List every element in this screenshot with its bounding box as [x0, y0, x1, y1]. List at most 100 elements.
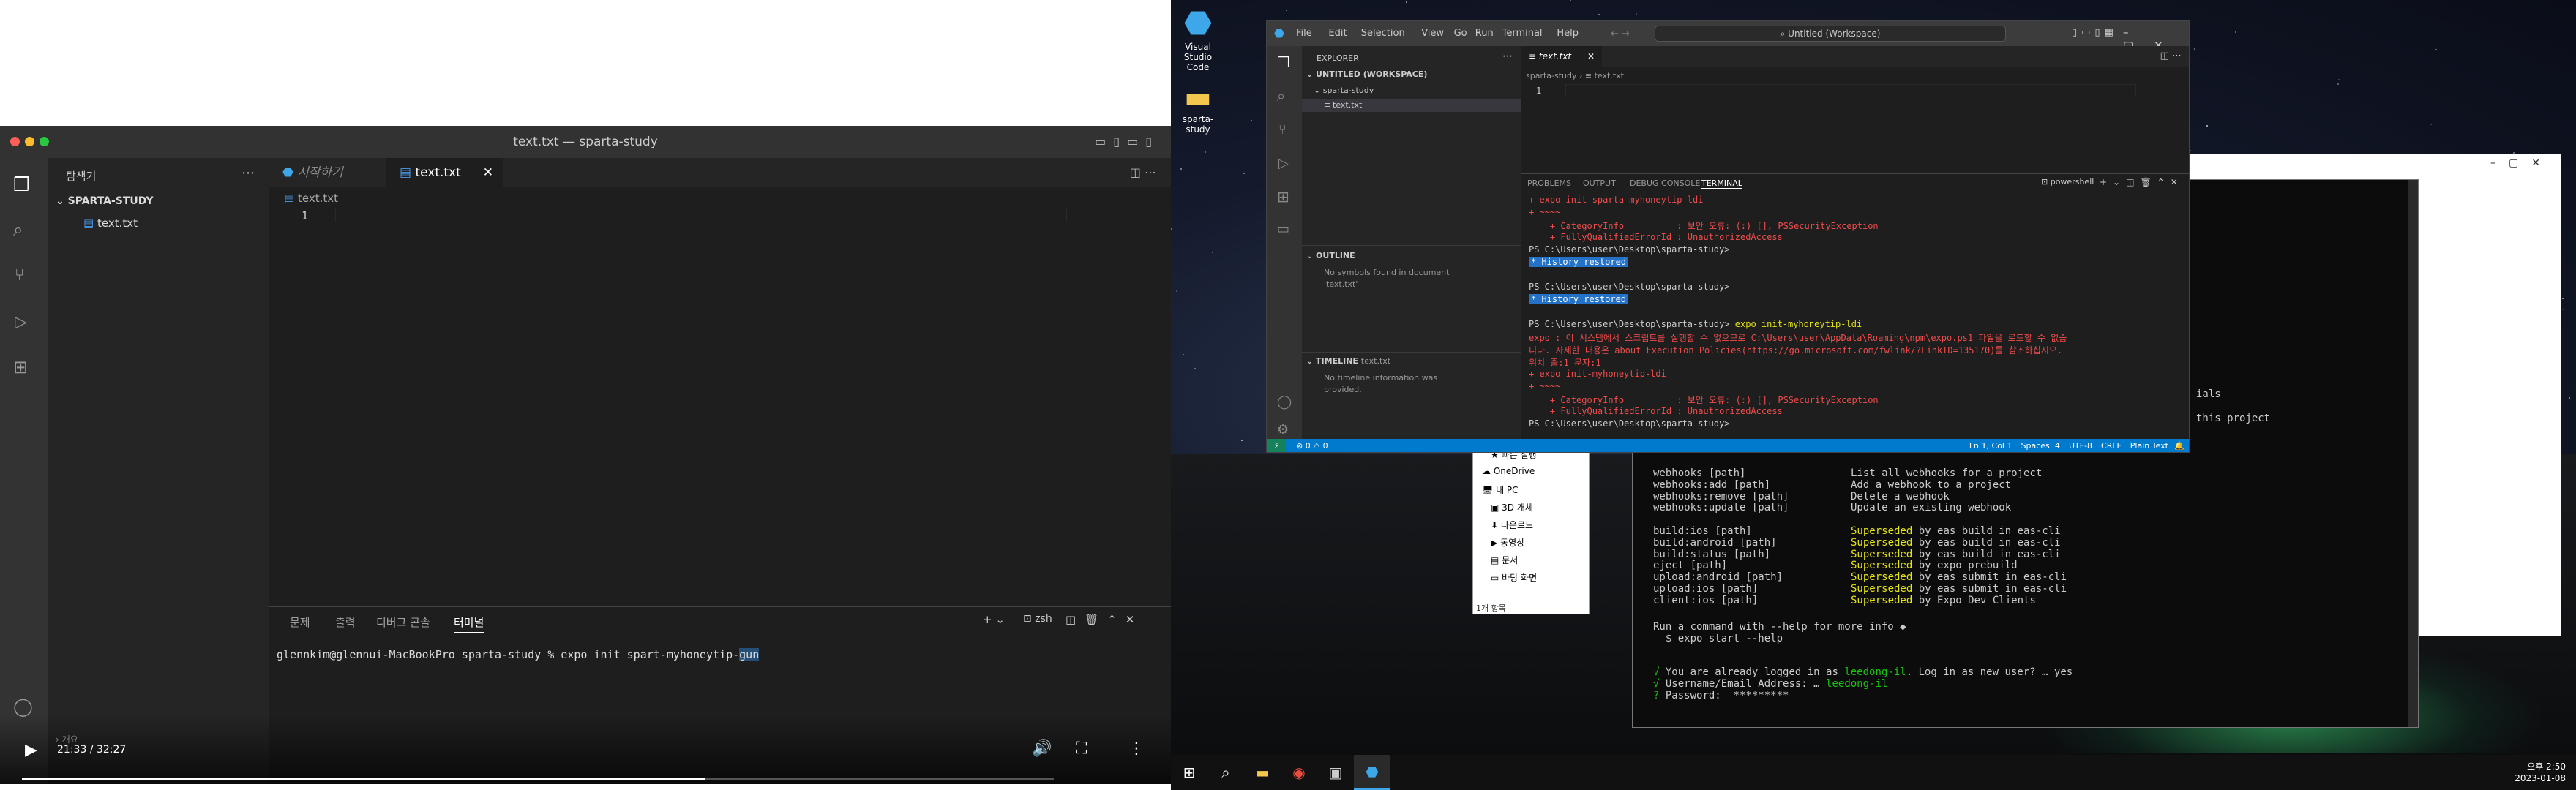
explorer-nav-item[interactable]: ▤ 문서: [1491, 554, 1518, 566]
menu-item-go[interactable]: Go: [1454, 28, 1467, 39]
file-explorer-taskbar-icon[interactable]: ▬: [1244, 755, 1281, 790]
problems-indicator[interactable]: ⊗ 0 ⚠ 0: [1296, 441, 1328, 451]
terminal-taskbar-icon[interactable]: ▣: [1317, 755, 1354, 790]
panel-tab-debug[interactable]: DEBUG CONSOLE: [1630, 178, 1700, 188]
menu-item-edit[interactable]: Edit: [1328, 28, 1347, 39]
desktop-icon-vscode[interactable]: ⬣ Visual Studio Code: [1172, 4, 1224, 72]
status-item[interactable]: Plain Text: [2130, 441, 2168, 451]
explorer-nav-item[interactable]: ⬇ 다운로드: [1491, 519, 1533, 531]
nav-arrows-icon[interactable]: ← →: [1611, 29, 1630, 40]
project-folder[interactable]: ⌄ SPARTA-STUDY: [56, 195, 154, 207]
status-item[interactable]: Ln 1, Col 1: [1969, 441, 2012, 451]
history-restored-badge: * History restored: [1529, 257, 1629, 267]
menu-item-run[interactable]: Run: [1475, 28, 1494, 39]
panel-actions-icons[interactable]: +⌄◫🗑⌃✕: [2100, 177, 2184, 187]
file-item[interactable]: ▤ text.txt: [83, 217, 138, 230]
source-control-icon[interactable]: ⑂: [1278, 122, 1287, 138]
status-item[interactable]: Spaces: 4: [2021, 441, 2059, 451]
window-controls-icons[interactable]: –▢✕: [2490, 157, 2553, 169]
layout-icons[interactable]: ▯▭▯▦: [2072, 27, 2118, 38]
panel-actions-icons[interactable]: ◫🗑⌃✕: [1066, 613, 1143, 626]
panel-tab-problems[interactable]: PROBLEMS: [1527, 178, 1571, 188]
current-line-highlight[interactable]: [1565, 84, 2136, 97]
menu-item-file[interactable]: File: [1296, 28, 1312, 39]
more-actions-icon[interactable]: ⋯: [242, 165, 255, 181]
search-icon[interactable]: ⌕: [13, 219, 23, 240]
explorer-nav-item[interactable]: ▣ 3D 개체: [1491, 501, 1533, 514]
progress-track[interactable]: [22, 778, 1054, 780]
shell-selector[interactable]: ⊡ zsh: [1023, 613, 1052, 625]
timeline-section[interactable]: ⌄ TIMELINE text.txt: [1306, 356, 1390, 366]
terminal-line[interactable]: glennkim@glennui-MacBookPro sparta-study…: [277, 648, 760, 661]
files-icon[interactable]: ❐: [1277, 53, 1290, 71]
folder-item[interactable]: ⌄ sparta-study: [1314, 86, 1374, 95]
file-item-selected[interactable]: ≡ text.txt: [1302, 99, 1521, 112]
taskbar-search-icon[interactable]: ⌕: [1208, 755, 1244, 790]
tab-text-file[interactable]: ≡ text.txt ✕: [1521, 46, 1602, 67]
file-explorer-window[interactable]: ★ 빠른 실행 ☁ OneDrive 🖥 내 PC ▣ 3D 개체 ⬇ 다운로드 ▶ 동영…: [1472, 442, 1590, 614]
tab-text-file[interactable]: ▤ text.txt ✕: [386, 158, 503, 187]
start-button-icon[interactable]: ⊞: [1171, 755, 1208, 790]
play-icon[interactable]: ▶: [25, 741, 37, 759]
chrome-taskbar-icon[interactable]: ◉: [1281, 755, 1317, 790]
menu-item-terminal[interactable]: Terminal: [1502, 28, 1543, 39]
system-clock[interactable]: 오후 2:50 2023-01-08: [2515, 761, 2566, 784]
remote-indicator-icon[interactable]: ⚡: [1267, 439, 1286, 452]
run-debug-icon[interactable]: ▷: [15, 313, 27, 331]
vscode-taskbar-icon[interactable]: ⬣: [1354, 755, 1390, 790]
panel-tab-terminal[interactable]: TERMINAL: [1701, 178, 1742, 189]
menu-item-view[interactable]: View: [1421, 28, 1444, 39]
vscode-window[interactable]: ⬣ File Edit Selection View Go Run Terminal Help…: [1266, 20, 2190, 453]
breadcrumb-file[interactable]: text.txt: [298, 192, 338, 205]
files-icon[interactable]: ❐: [13, 174, 30, 196]
account-icon[interactable]: ◯: [13, 696, 33, 717]
panel-tab-output[interactable]: 출력: [335, 614, 356, 630]
settings-gear-icon[interactable]: ⚙: [1277, 422, 1289, 437]
split-editor-icon[interactable]: ◫ ⋯: [1130, 165, 1156, 179]
explorer-nav-item[interactable]: 🖥 내 PC: [1482, 484, 1519, 496]
terminal-output[interactable]: + expo init sparta-myhoneytip-ldi + ~~~~ …: [1521, 195, 2180, 440]
outline-section[interactable]: ⌄ OUTLINE: [1306, 251, 1355, 260]
video-frame[interactable]: text.txt — sparta-study ▭▯▭▯ ❐ ⌕ ⑂ ▷ ⊞ ◯…: [0, 126, 1171, 784]
new-terminal-icon[interactable]: + ⌄: [983, 613, 1005, 626]
account-icon[interactable]: ◯: [1277, 394, 1292, 410]
current-line-highlight[interactable]: [335, 208, 1067, 222]
cmd-description: Delete a webhook: [1851, 490, 1950, 503]
menu-item-help[interactable]: Help: [1557, 28, 1579, 39]
panel-tab-terminal[interactable]: 터미널: [454, 614, 484, 633]
fullscreen-icon[interactable]: ⛶: [1076, 740, 1087, 758]
desktop-icon-folder[interactable]: ▬ sparta-study: [1172, 80, 1224, 135]
extensions-icon[interactable]: ⊞: [1277, 188, 1289, 206]
panel-tab-debug[interactable]: 디버그 콘솔: [376, 614, 430, 630]
panel-tab-output[interactable]: OUTPUT: [1583, 178, 1616, 188]
shell-selector[interactable]: ⊡ powershell: [2041, 177, 2094, 187]
command-center-search[interactable]: ⌕ Untitled (Workspace): [1655, 26, 2006, 42]
breadcrumb-folder[interactable]: sparta-study: [1526, 71, 1577, 80]
workspace-section[interactable]: ⌄ UNTITLED (WORKSPACE): [1306, 69, 1427, 79]
source-control-icon[interactable]: ⑂: [15, 266, 24, 285]
more-options-icon[interactable]: ⋮: [1128, 740, 1145, 758]
cmd-password-line[interactable]: ? Password: *********: [1653, 690, 1789, 701]
menu-item-selection[interactable]: Selection: [1361, 28, 1405, 39]
search-icon[interactable]: ⌕: [1277, 87, 1285, 105]
panel-tab-problems[interactable]: 문제: [290, 614, 310, 630]
run-debug-icon[interactable]: ▷: [1278, 156, 1289, 171]
close-tab-icon[interactable]: ✕: [1587, 46, 1595, 67]
star-dot: [1569, 0, 1571, 2]
explorer-nav-item[interactable]: ▭ 바탕 화면: [1491, 571, 1537, 584]
cmd-description: List all webhooks for a project: [1851, 467, 2043, 479]
breadcrumb-file[interactable]: text.txt: [1595, 71, 1624, 80]
explorer-nav-item[interactable]: ▶ 동영상: [1491, 536, 1524, 549]
tab-welcome[interactable]: ⬣ 시작하기: [269, 158, 386, 187]
split-editor-icon[interactable]: ◫ ⋯: [2160, 50, 2182, 61]
close-tab-icon[interactable]: ✕: [483, 158, 493, 187]
volume-icon[interactable]: 🔊: [1032, 740, 1052, 758]
notifications-icon[interactable]: 🔔: [2174, 441, 2184, 451]
scrollbar[interactable]: [2408, 180, 2418, 727]
more-actions-icon[interactable]: ⋯: [1502, 50, 1513, 62]
explorer-nav-item[interactable]: ☁ OneDrive: [1482, 466, 1535, 476]
status-item[interactable]: CRLF: [2101, 441, 2122, 451]
extensions-icon[interactable]: ⊞: [13, 357, 28, 377]
remote-explorer-icon[interactable]: ▭: [1277, 222, 1289, 237]
status-item[interactable]: UTF-8: [2069, 441, 2092, 451]
